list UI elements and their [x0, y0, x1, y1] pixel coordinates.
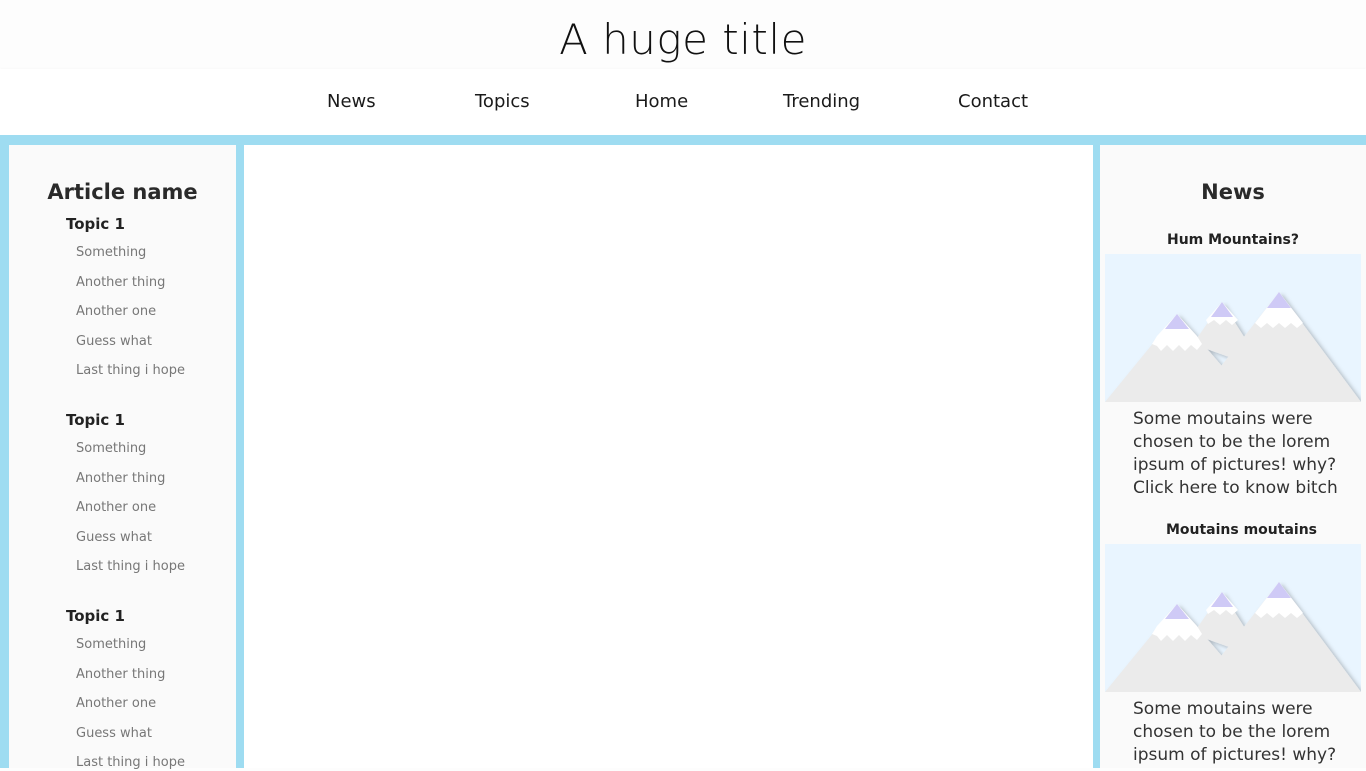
topic-link[interactable]: Last thing i hope — [76, 755, 185, 771]
topic-link[interactable]: Last thing i hope — [76, 363, 185, 379]
topic-link[interactable]: Another thing — [76, 275, 185, 291]
main-content — [244, 145, 1093, 768]
content-area: Article name Topic 1 Something Another t… — [0, 135, 1366, 771]
topic-link[interactable]: Something — [76, 637, 185, 653]
news-card: Moutains moutains Some moutains were cho… — [1105, 521, 1361, 768]
site-header: A huge title — [0, 0, 1366, 69]
topic-group: Topic 1 Something Another thing Another … — [66, 607, 185, 771]
news-title: News — [1201, 180, 1265, 204]
topic-link[interactable]: Another thing — [76, 471, 185, 487]
nav-contact[interactable]: Contact — [958, 91, 1028, 113]
mountains-image[interactable] — [1105, 254, 1361, 402]
topic-heading: Topic 1 — [66, 215, 125, 233]
topic-heading: Topic 1 — [66, 411, 125, 429]
news-card: Hum Mountains? Some moutains were chosen… — [1105, 231, 1361, 500]
topic-link[interactable]: Another one — [76, 500, 185, 516]
news-card-text[interactable]: Some moutains were chosen to be the lore… — [1133, 408, 1358, 500]
news-card-title: Hum Mountains? — [1167, 232, 1299, 248]
topic-link[interactable]: Guess what — [76, 530, 185, 546]
article-title: Article name — [47, 180, 198, 204]
topic-link[interactable]: Something — [76, 245, 185, 261]
topic-link[interactable]: Last thing i hope — [76, 559, 185, 575]
topic-group: Topic 1 Something Another thing Another … — [66, 411, 185, 575]
topic-heading: Topic 1 — [66, 607, 125, 625]
site-title: A huge title — [559, 15, 807, 64]
topic-link[interactable]: Guess what — [76, 726, 185, 742]
news-card-title: Moutains moutains — [1165, 522, 1318, 538]
topic-link[interactable]: Another one — [76, 696, 185, 712]
topic-group: Topic 1 Something Another thing Another … — [66, 215, 185, 379]
topic-link[interactable]: Another thing — [76, 667, 185, 683]
nav-topics[interactable]: Topics — [475, 91, 530, 113]
news-sidebar: News Hum Mountains? Some moutains were c… — [1100, 145, 1366, 768]
mountains-image[interactable] — [1105, 544, 1361, 692]
topic-link[interactable]: Something — [76, 441, 185, 457]
nav-home[interactable]: Home — [635, 91, 688, 113]
main-nav: News Topics Home Trending Contact — [0, 69, 1366, 135]
article-sidebar: Article name Topic 1 Something Another t… — [9, 145, 236, 771]
topic-link[interactable]: Guess what — [76, 334, 185, 350]
nav-trending[interactable]: Trending — [783, 91, 860, 113]
nav-news[interactable]: News — [327, 91, 376, 113]
news-card-text[interactable]: Some moutains were chosen to be the lore… — [1133, 698, 1358, 768]
topic-link[interactable]: Another one — [76, 304, 185, 320]
